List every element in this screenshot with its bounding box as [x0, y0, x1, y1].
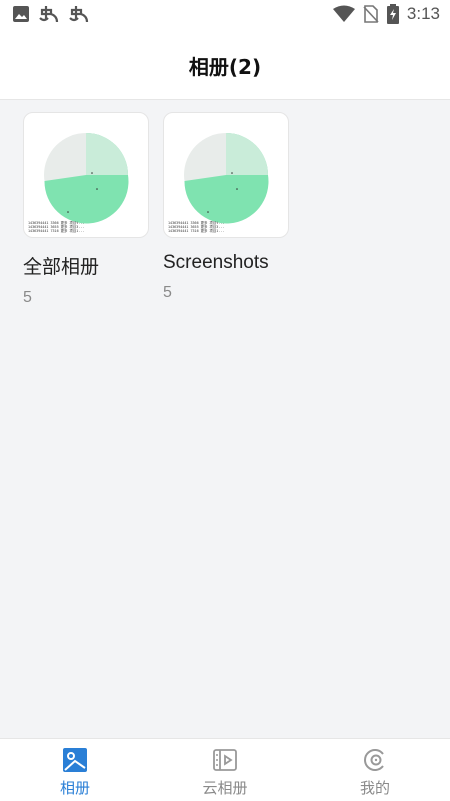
profile-icon	[364, 749, 384, 771]
pie-chart-thumbnail	[44, 133, 129, 224]
bottom-nav: 相册 云相册 我的	[0, 738, 450, 801]
page-title: 相册(2)	[188, 55, 262, 79]
nav-item-album[interactable]: 相册	[0, 739, 150, 801]
bug-icon	[69, 6, 89, 23]
no-sim-icon	[363, 5, 379, 23]
nav-item-cloud-album[interactable]: 云相册	[150, 739, 300, 801]
album-name: Screenshots	[163, 252, 269, 273]
album-card-all[interactable]: 1436394441 3366 更多 项目t... 1436394441 365…	[23, 112, 149, 307]
nav-label-profile: 我的	[359, 779, 390, 797]
status-left-icons	[12, 4, 90, 24]
nav-label-cloud-album: 云相册	[202, 779, 248, 797]
image-icon	[13, 6, 29, 22]
nav-item-profile[interactable]: 我的	[300, 739, 450, 801]
title-bar: 相册(2)	[0, 32, 450, 100]
bug-icon	[39, 6, 59, 23]
status-right-icons: 3:13	[332, 4, 440, 24]
status-bar: 3:13	[0, 0, 450, 32]
album-thumbnail[interactable]: 1436394441 3366 更多 项目t... 1436394441 365…	[23, 112, 149, 238]
album-card-screenshots[interactable]: 1436394441 3366 更多 项目t... 1436394441 365…	[163, 112, 289, 302]
battery-charging-icon	[386, 4, 399, 24]
album-count: 5	[23, 289, 32, 306]
status-time: 3:13	[406, 4, 440, 23]
thumbnail-caption: 1436394441 3366 更多 项目t... 1436394441 365…	[28, 221, 85, 233]
album-count: 5	[163, 284, 172, 301]
nav-label-album: 相册	[59, 779, 90, 797]
thumbnail-caption: 1436394441 3366 更多 项目t... 1436394441 365…	[168, 221, 225, 233]
pie-chart-thumbnail	[184, 133, 269, 224]
wifi-icon	[332, 5, 355, 22]
cloud-album-icon	[213, 749, 237, 771]
album-thumbnail[interactable]: 1436394441 3366 更多 项目t... 1436394441 365…	[163, 112, 289, 238]
photo-album-icon	[63, 748, 87, 772]
album-name: 全部相册	[23, 257, 100, 278]
